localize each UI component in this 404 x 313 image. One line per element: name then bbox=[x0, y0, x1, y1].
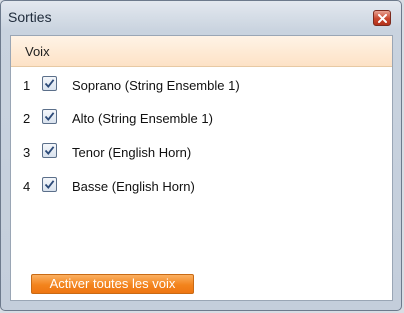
voices-panel: Voix 1 Soprano (String Ensemble 1) 2 Alt… bbox=[10, 35, 393, 301]
voice-label: Basse (English Horn) bbox=[72, 179, 195, 194]
voice-row-2: 2 Alto (String Ensemble 1) bbox=[11, 108, 392, 128]
voice-checkbox-1[interactable] bbox=[42, 76, 57, 91]
title-bar[interactable]: Sorties bbox=[1, 1, 401, 31]
voice-checkbox-4[interactable] bbox=[42, 177, 57, 192]
voice-number: 2 bbox=[23, 111, 31, 126]
close-icon bbox=[377, 13, 387, 23]
voice-row-1: 1 Soprano (String Ensemble 1) bbox=[11, 75, 392, 95]
voice-number: 3 bbox=[23, 145, 31, 160]
voice-column-header: Voix bbox=[25, 44, 50, 59]
checkmark-icon bbox=[44, 146, 55, 155]
voice-checkbox-2[interactable] bbox=[42, 109, 57, 124]
checkmark-icon bbox=[44, 79, 55, 88]
voice-label: Tenor (English Horn) bbox=[72, 145, 192, 160]
voice-row-3: 3 Tenor (English Horn) bbox=[11, 142, 392, 162]
activate-all-voices-button[interactable]: Activer toutes les voix bbox=[31, 274, 194, 294]
dialog-window: Sorties Voix 1 Soprano (String Ensemble … bbox=[0, 0, 402, 311]
checkmark-icon bbox=[44, 180, 55, 189]
voice-number: 4 bbox=[23, 179, 31, 194]
voice-checkbox-3[interactable] bbox=[42, 143, 57, 158]
voice-row-4: 4 Basse (English Horn) bbox=[11, 176, 392, 196]
voice-label: Alto (String Ensemble 1) bbox=[72, 111, 213, 126]
window-title: Sorties bbox=[8, 9, 52, 25]
voice-number: 1 bbox=[23, 78, 31, 93]
list-header: Voix bbox=[11, 36, 392, 67]
checkmark-icon bbox=[44, 112, 55, 121]
close-button[interactable] bbox=[373, 10, 391, 26]
voice-label: Soprano (String Ensemble 1) bbox=[72, 78, 240, 93]
